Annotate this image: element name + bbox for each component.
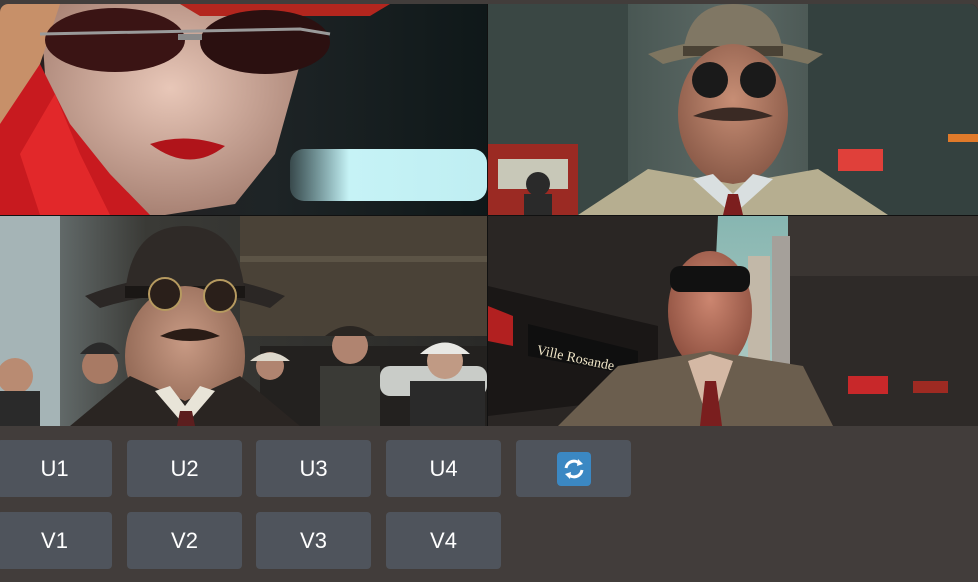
upscale-button-1[interactable]: U1 [0,440,112,497]
generated-image-grid[interactable]: Ville Rosande [0,4,978,426]
upscale-button-4[interactable]: U4 [386,440,501,497]
image-tile-2[interactable] [488,4,978,215]
variation-button-label: V1 [41,527,68,553]
image-tile-1[interactable] [0,4,487,215]
image-grid-message: Ville Rosande U1 U2 U3 U4 V1 V2 V3 V4 [0,0,978,582]
variation-button-1[interactable]: V1 [0,512,112,569]
variation-button-4[interactable]: V4 [386,512,501,569]
variation-button-3[interactable]: V3 [256,512,371,569]
variation-button-label: V4 [430,527,457,553]
image-bald-man-tweed: Ville Rosande [488,216,978,426]
variation-button-2[interactable]: V2 [127,512,242,569]
upscale-button-label: U2 [170,455,199,481]
variation-button-label: V2 [171,527,198,553]
upscale-button-2[interactable]: U2 [127,440,242,497]
upscale-button-label: U4 [429,455,458,481]
image-man-fedora-street [488,4,978,215]
image-group-men-hats [0,216,487,426]
variation-button-label: V3 [300,527,327,553]
upscale-button-label: U1 [40,455,69,481]
image-tile-4[interactable]: Ville Rosande [488,216,978,426]
refresh-icon [556,451,591,486]
reroll-button[interactable] [516,440,631,497]
upscale-button-label: U3 [299,455,328,481]
upscale-button-3[interactable]: U3 [256,440,371,497]
image-woman-red-coat [0,4,487,215]
image-tile-3[interactable] [0,216,487,426]
